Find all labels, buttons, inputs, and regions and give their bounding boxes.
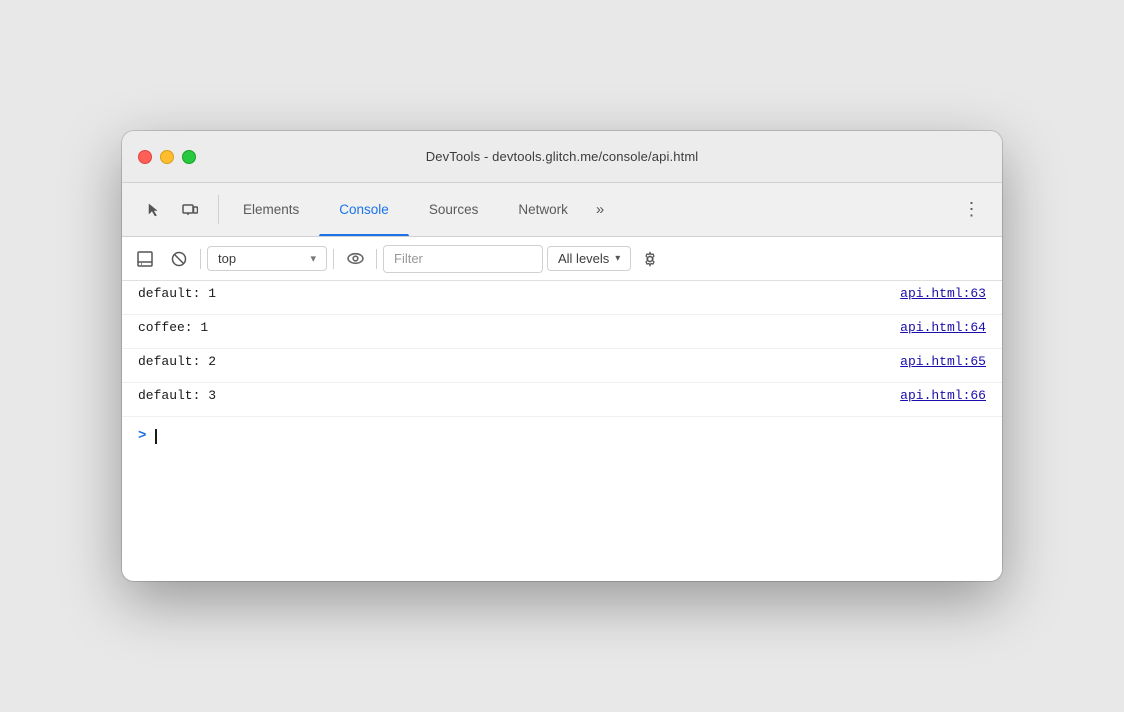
console-message: coffee: 1 [138,320,884,335]
toggle-drawer-button[interactable] [130,244,160,274]
traffic-lights [138,150,196,164]
tabbar: Elements Console Sources Network » ⋮ [122,183,1002,237]
console-message: default: 3 [138,388,884,403]
console-link[interactable]: api.html:64 [900,320,986,335]
console-row: coffee: 1 api.html:64 [122,315,1002,349]
context-selector[interactable]: top ▾ [207,246,327,271]
console-toolbar: top ▾ All levels ▾ [122,237,1002,281]
toolbar-separator-2 [333,249,334,269]
inspect-element-button[interactable] [138,194,170,226]
cursor-icon [146,202,162,218]
tab-elements[interactable]: Elements [223,183,319,236]
filter-input[interactable] [383,245,543,273]
console-prompt: > [138,428,146,444]
context-chevron: ▾ [310,252,316,265]
device-icon [182,202,198,218]
eye-button[interactable] [340,244,370,274]
tabbar-right: ⋮ [941,183,994,236]
console-row: default: 3 api.html:66 [122,383,1002,417]
clear-icon [171,251,187,267]
eye-icon [347,250,364,267]
drawer-icon [137,251,153,267]
context-value: top [218,251,236,266]
titlebar: DevTools - devtools.glitch.me/console/ap… [122,131,1002,183]
tab-sources[interactable]: Sources [409,183,499,236]
console-link[interactable]: api.html:66 [900,388,986,403]
tab-network[interactable]: Network [498,183,588,236]
window-title: DevTools - devtools.glitch.me/console/ap… [426,149,699,164]
console-message: default: 1 [138,286,884,301]
console-message: default: 2 [138,354,884,369]
toolbar-separator-1 [200,249,201,269]
console-cursor [155,429,157,444]
maximize-button[interactable] [182,150,196,164]
devtools-window: DevTools - devtools.glitch.me/console/ap… [122,131,1002,581]
minimize-button[interactable] [160,150,174,164]
log-levels-button[interactable]: All levels ▾ [547,246,631,271]
device-toggle-button[interactable] [174,194,206,226]
devtools-menu-button[interactable]: ⋮ [958,196,986,224]
clear-console-button[interactable] [164,244,194,274]
tabs: Elements Console Sources Network » [223,183,941,236]
console-output: default: 1 api.html:63 coffee: 1 api.htm… [122,281,1002,581]
more-tabs-button[interactable]: » [588,183,612,236]
console-row: default: 2 api.html:65 [122,349,1002,383]
settings-icon [642,251,658,267]
levels-label: All levels [558,251,609,266]
tabbar-icons [130,183,214,236]
console-link[interactable]: api.html:63 [900,286,986,301]
close-button[interactable] [138,150,152,164]
tab-console[interactable]: Console [319,183,409,236]
console-settings-button[interactable] [635,244,665,274]
console-link[interactable]: api.html:65 [900,354,986,369]
tab-separator [218,195,219,224]
console-row: default: 1 api.html:63 [122,281,1002,315]
console-input-row[interactable]: > [122,417,1002,455]
toolbar-separator-3 [376,249,377,269]
levels-chevron: ▾ [615,253,620,264]
